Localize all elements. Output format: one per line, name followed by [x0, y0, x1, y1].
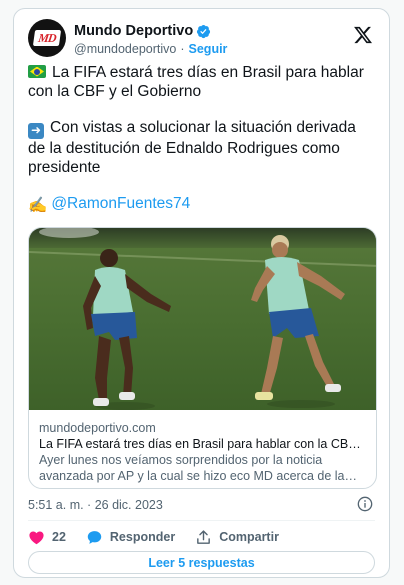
reply-button[interactable]: Responder: [86, 529, 175, 546]
link-domain: mundodeportivo.com: [39, 421, 156, 435]
mention-link[interactable]: @RamonFuentes74: [51, 195, 190, 212]
brazil-flag-icon: [28, 65, 46, 78]
share-button[interactable]: Compartir: [195, 529, 279, 546]
likes-count: 22: [52, 530, 66, 544]
reply-label: Responder: [109, 530, 176, 544]
follow-button[interactable]: Seguir: [189, 42, 228, 56]
name-row: Mundo Deportivo: [74, 23, 211, 39]
x-logo-icon[interactable]: [353, 25, 373, 45]
handle-row: @mundodeportivo · Seguir: [74, 42, 227, 56]
tweet-text: La FIFA estará tres días en Brasil para …: [28, 63, 371, 232]
tweet-timestamp[interactable]: 5:51 a. m. · 26 dic. 2023: [28, 498, 163, 512]
read-replies-button[interactable]: Leer 5 respuestas: [28, 551, 375, 574]
avatar-initials: MD: [37, 30, 57, 45]
tweet-card: MD Mundo Deportivo @mundodeportivo · Seg…: [13, 8, 390, 578]
action-bar: 22 Responder Compartir: [28, 527, 299, 547]
separator-dot: ·: [180, 42, 185, 56]
md-logo-icon: MD: [32, 30, 62, 46]
account-handle[interactable]: @mundodeportivo: [74, 42, 176, 56]
share-icon: [197, 529, 211, 544]
right-arrow-icon: ➜: [28, 122, 44, 139]
verified-badge-icon: [197, 24, 211, 38]
share-label: Compartir: [219, 530, 279, 544]
like-button[interactable]: 22: [28, 529, 66, 546]
link-meta: mundodeportivo.com La FIFA estará tres d…: [39, 420, 366, 484]
divider: [28, 520, 375, 521]
link-description: Ayer lunes nos veíamos sorprendidos por …: [39, 453, 345, 483]
writing-hand-icon: ✍️: [28, 196, 48, 214]
tweet-line-1: La FIFA estará tres días en Brasil para …: [28, 64, 364, 100]
link-headline: La FIFA estará tres días en Brasil para …: [39, 437, 366, 451]
tweet-paragraph-2: ➜ Con vistas a solucionar la situación de…: [28, 118, 371, 177]
avatar[interactable]: MD: [28, 19, 66, 57]
tweet-paragraph-1: La FIFA estará tres días en Brasil para …: [28, 63, 371, 101]
link-preview-card[interactable]: mundodeportivo.com La FIFA estará tres d…: [28, 227, 377, 489]
article-photo: [29, 228, 376, 410]
account-name[interactable]: Mundo Deportivo: [74, 23, 193, 39]
tweet-line-2: Con vistas a solucionar la situación der…: [28, 119, 356, 176]
info-icon[interactable]: [357, 496, 373, 512]
tweet-paragraph-3: ✍️ @RamonFuentes74: [28, 194, 371, 215]
tweet-header: MD Mundo Deportivo @mundodeportivo · Seg…: [28, 19, 375, 63]
reply-bubble-icon: [87, 530, 102, 544]
heart-icon: [29, 530, 44, 544]
